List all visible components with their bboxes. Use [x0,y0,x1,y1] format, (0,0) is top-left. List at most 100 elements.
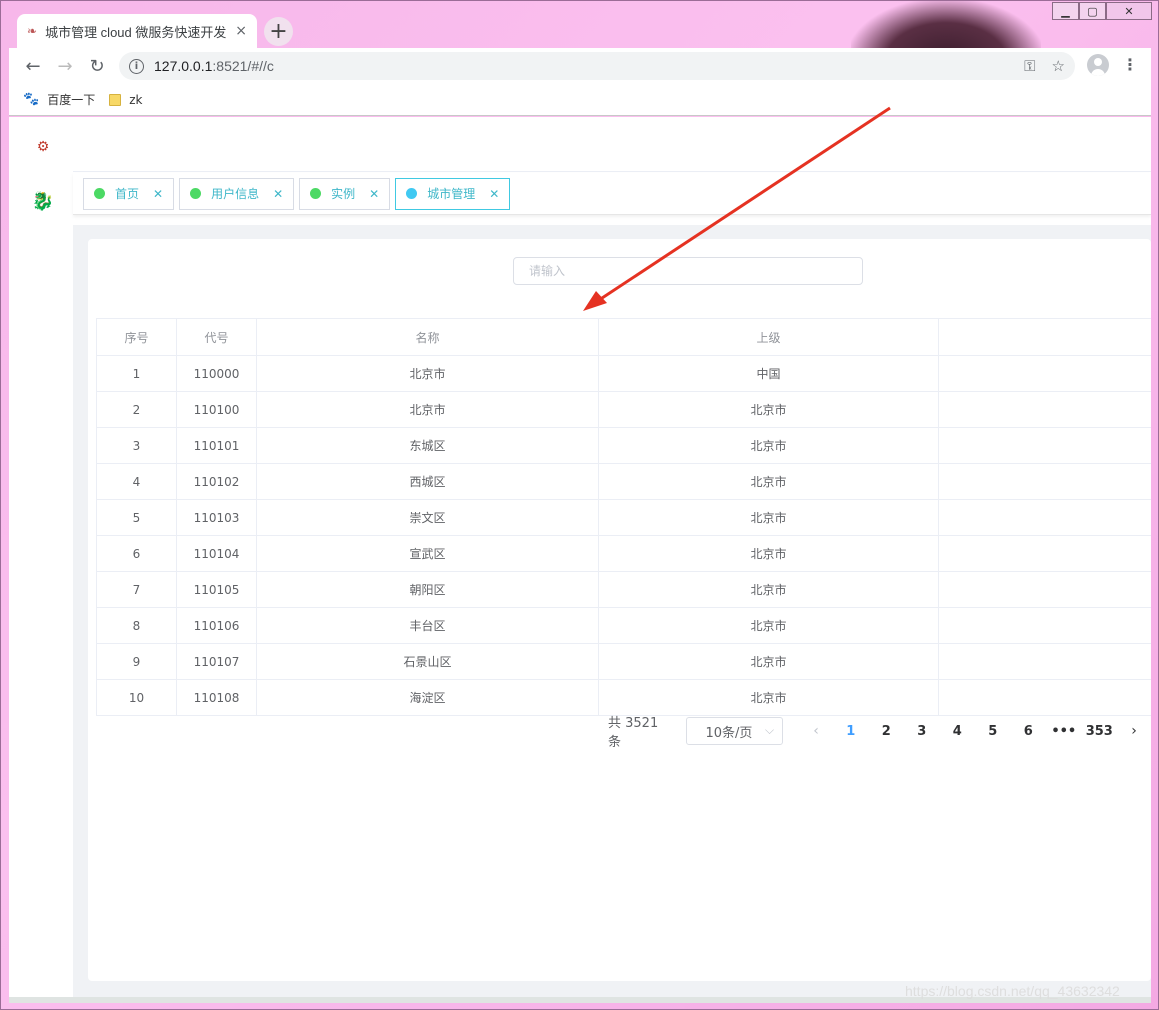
page-button[interactable]: 2 [869,724,905,739]
table-cell: 崇文区 [256,499,599,536]
kebab-menu-icon[interactable]: ⋮ [1122,55,1138,74]
table-cell: 北京市 [256,391,599,428]
table-row[interactable]: 7110105朝阳区北京市区 [96,571,1151,608]
tag-home[interactable]: 首页 ✕ [83,177,175,210]
table-row[interactable]: 9110107石景山区北京市区 [96,643,1151,680]
search-input[interactable] [513,257,863,285]
table-cell: 2 [96,391,177,428]
tag-label: 用户信息 [211,187,260,201]
window-controls: ▁ ▢ ✕ [1052,2,1152,20]
maximize-button[interactable]: ▢ [1079,2,1106,20]
tab-close-icon[interactable]: × [235,23,247,39]
table-row[interactable]: 3110101东城区北京市区 [96,427,1151,464]
url-text[interactable]: 127.0.0.1:8521/#//c [154,58,1008,74]
column-header-index[interactable]: 序号 [96,318,177,356]
table-row[interactable]: 2110100北京市北京市市 [96,391,1151,428]
page-button[interactable]: 5 [975,724,1011,739]
top-navbar [73,117,1151,172]
table-row[interactable]: 8110106丰台区北京市区 [96,607,1151,644]
column-header-name[interactable]: 名称 [256,318,599,356]
table-cell: 区 [938,499,1151,536]
profile-avatar-icon[interactable] [1087,54,1109,76]
browser-window: ▁ ▢ ✕ ❧ 城市管理 cloud 微服务快速开发 × + ← → ↻ i 1… [0,0,1159,1010]
table-cell: 省 [938,355,1151,392]
prev-page-button[interactable]: ‹ [799,723,833,739]
table-cell: 北京市 [598,679,939,716]
tag-city-management[interactable]: 城市管理 ✕ [395,177,511,210]
table-cell: 海淀区 [256,679,599,716]
table-row[interactable]: 6110104宣武区北京市区 [96,535,1151,572]
url-host: 127.0.0.1 [154,58,213,74]
page-button[interactable]: 6 [1011,724,1047,739]
bookmark-baidu[interactable]: 🐾 百度一下 [23,91,95,108]
table-cell: 区 [938,463,1151,500]
close-icon[interactable]: ✕ [369,187,379,201]
gear-logo-icon[interactable]: ⚙ [31,135,55,159]
status-dot-icon [310,188,322,199]
watermark: https://blog.csdn.net/qq_43632342 [905,983,1120,999]
tags-view: 首页 ✕ 用户信息 ✕ 实例 ✕ 城市管理 ✕ [73,173,1151,215]
table-cell: 区 [938,679,1151,716]
status-dot-icon [406,188,418,199]
table-cell: 北京市 [598,643,939,680]
bookmark-zk[interactable]: zk [109,93,142,107]
browser-toolbar: ← → ↻ i 127.0.0.1:8521/#//c ⚿ ☆ ⋮ [9,48,1151,84]
tag-example[interactable]: 实例 ✕ [299,177,391,210]
table-cell: 6 [96,535,177,572]
sidebar: ⚙ 🐉 [9,117,73,997]
table-row[interactable]: 1110000北京市中国省 [96,355,1151,392]
dragon-icon[interactable]: 🐉 [31,189,55,213]
close-icon[interactable]: ✕ [489,187,499,201]
more-pages-button[interactable]: ••• [1046,724,1082,739]
forward-arrow-icon[interactable]: → [49,56,81,77]
table-row[interactable]: 10110108海淀区北京市区 [96,679,1151,716]
tag-label: 首页 [115,187,140,201]
address-bar[interactable]: i 127.0.0.1:8521/#//c ⚿ ☆ [119,52,1075,80]
table-cell: 北京市 [598,535,939,572]
tag-user-info[interactable]: 用户信息 ✕ [179,177,295,210]
close-icon[interactable]: ✕ [153,187,163,201]
column-header-type[interactable]: 类型 [938,318,1151,356]
new-tab-button[interactable]: + [264,17,293,46]
column-header-parent[interactable]: 上级 [598,318,939,356]
table-cell: 北京市 [256,355,599,392]
page-button[interactable]: 353 [1082,724,1118,739]
table-cell: 中国 [598,355,939,392]
next-page-button[interactable]: › [1117,723,1151,739]
table-cell: 区 [938,643,1151,680]
tag-label: 实例 [331,187,356,201]
folder-icon [109,93,122,106]
table-header-row: 序号 代号 名称 上级 类型 [96,318,1151,356]
site-info-icon[interactable]: i [129,58,144,74]
tab-title: 城市管理 cloud 微服务快速开发 [45,24,227,40]
page-button[interactable]: 1 [833,724,869,739]
bookmarks-bar: 🐾 百度一下 zk [9,84,1151,116]
star-icon[interactable]: ☆ [1052,57,1065,75]
table-cell: 110102 [176,463,257,500]
table-row[interactable]: 5110103崇文区北京市区 [96,499,1151,536]
back-arrow-icon[interactable]: ← [17,56,49,77]
minimize-button[interactable]: ▁ [1052,2,1079,20]
table-cell: 朝阳区 [256,571,599,608]
table-cell: 110100 [176,391,257,428]
page-button[interactable]: 3 [904,724,940,739]
page-size-value: 10条/页 [705,725,753,741]
main-content: 序号 代号 名称 上级 类型 1110000北京市中国省2110100北京市北京… [73,225,1151,997]
page-size-select[interactable]: 10条/页 ⌵ [686,717,784,745]
close-icon[interactable]: ✕ [273,187,283,201]
browser-tab[interactable]: ❧ 城市管理 cloud 微服务快速开发 × [17,14,257,48]
bookmark-label: 百度一下 [47,93,96,107]
table-row[interactable]: 4110102西城区北京市区 [96,463,1151,500]
table-cell: 110104 [176,535,257,572]
reload-icon[interactable]: ↻ [81,56,113,77]
pagination: 共 3521 条 10条/页 ⌵ ‹ 1 2 3 4 5 6 ••• 353 › [608,716,1151,750]
column-header-code[interactable]: 代号 [176,318,257,356]
close-window-button[interactable]: ✕ [1106,2,1152,20]
table-cell: 北京市 [598,391,939,428]
page-button[interactable]: 4 [940,724,976,739]
table-cell: 110108 [176,679,257,716]
table-cell: 区 [938,427,1151,464]
key-icon[interactable]: ⚿ [1024,57,1035,75]
table-cell: 北京市 [598,607,939,644]
table-cell: 110107 [176,643,257,680]
